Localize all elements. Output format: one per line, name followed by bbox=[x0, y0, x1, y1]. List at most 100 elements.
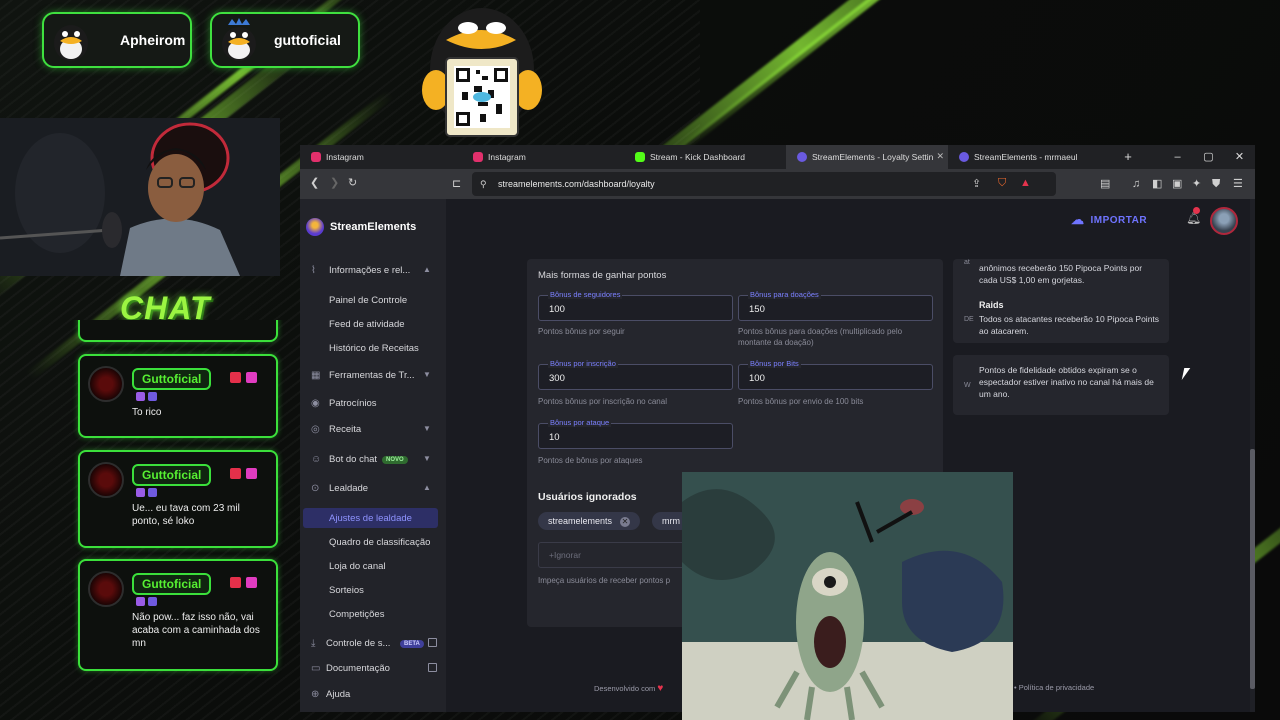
field-hint: Pontos bônus para doações (multiplicado … bbox=[738, 327, 903, 347]
plankton-meme-overlay bbox=[682, 472, 1013, 720]
notifications-bell-icon[interactable]: 🔔︎ bbox=[1186, 207, 1201, 225]
raid-bonus-field[interactable]: Bônus por ataque 10 bbox=[538, 418, 733, 449]
moderator-badge-icon bbox=[230, 468, 241, 479]
chevron-down-icon: ▼ bbox=[423, 424, 431, 433]
tab-loyalty-settings[interactable]: StreamElements - Loyalty Settin ✕ bbox=[786, 145, 948, 169]
site-info-icon[interactable]: ⚲ bbox=[480, 178, 487, 190]
field-value: 100 bbox=[549, 304, 565, 315]
streamelements-logo[interactable]: StreamElements bbox=[306, 218, 416, 236]
user-avatar bbox=[88, 462, 124, 498]
sidebar-subitem-label: Competições bbox=[329, 609, 385, 620]
user-avatar bbox=[88, 571, 124, 607]
field-value: 300 bbox=[549, 373, 565, 384]
donation-bonus-field[interactable]: Bônus para doações 150 bbox=[738, 290, 933, 321]
beta-badge: BETA bbox=[400, 640, 424, 648]
wallet-icon[interactable]: ▣ bbox=[1172, 178, 1182, 190]
privacy-policy-link[interactable]: • Política de privacidade bbox=[1014, 683, 1094, 692]
bookmark-icon[interactable]: ⊏ bbox=[452, 178, 461, 190]
streamer-badge-2: guttoficial bbox=[210, 12, 360, 68]
badge-icon bbox=[136, 392, 145, 401]
chat-username: Guttoficial bbox=[132, 573, 212, 595]
chip-label: streamelements bbox=[548, 516, 613, 526]
maximize-icon[interactable]: ▢ bbox=[1193, 145, 1224, 169]
side-label: at bbox=[964, 259, 970, 266]
page-header: ☁ IMPORTAR 🔔︎ bbox=[446, 199, 1255, 245]
close-tab-icon[interactable]: ✕ bbox=[936, 151, 944, 162]
media-icon[interactable]: ♫ bbox=[1132, 178, 1140, 190]
sidebar-subitem-label: Sorteios bbox=[329, 585, 364, 596]
menu-icon[interactable]: ☰ bbox=[1233, 178, 1243, 190]
external-link-icon bbox=[428, 638, 437, 647]
new-tab-button[interactable]: + bbox=[1110, 145, 1146, 169]
streamer-name: guttoficial bbox=[274, 32, 341, 48]
subscriber-badge-icon bbox=[246, 468, 257, 479]
sidebar-subitem-label: Quadro de classificação bbox=[329, 537, 431, 548]
duck-avatar bbox=[48, 17, 94, 63]
tips-info-card: at anônimos receberão 150 Pipoca Points … bbox=[953, 259, 1169, 343]
share-icon[interactable]: ⇪ bbox=[972, 178, 981, 190]
reader-icon[interactable]: ▤ bbox=[1100, 178, 1110, 190]
sponsorship-icon: ◉ bbox=[311, 398, 320, 409]
brave-rewards-icon[interactable]: ▲ bbox=[1020, 177, 1031, 189]
expiration-info-card: W Pontos de fidelidade obtidos expiram s… bbox=[953, 355, 1169, 415]
streamelements-logo-icon bbox=[306, 218, 324, 236]
address-bar: ❮ ❯ ↻ ⊏ ⚲ streamelements.com/dashboard/l… bbox=[300, 169, 1255, 199]
field-hint: Pontos bônus por envio de 100 bits bbox=[738, 397, 864, 406]
chat-text: To rico bbox=[132, 407, 162, 418]
chat-text: Ue... eu tava com 23 mil ponto, sé loko bbox=[132, 503, 240, 527]
side-label: DE bbox=[964, 316, 974, 323]
sidebar-item-label: Controle de s... bbox=[326, 638, 391, 649]
chat-username: Guttoficial bbox=[132, 464, 212, 486]
sidebar-subitem-label: Feed de atividade bbox=[329, 319, 405, 330]
moderator-badge-icon bbox=[230, 372, 241, 383]
badge-icon bbox=[136, 597, 145, 606]
minimize-icon[interactable]: – bbox=[1162, 145, 1193, 169]
import-button[interactable]: ☁ IMPORTAR bbox=[1071, 212, 1147, 228]
brave-shield-icon[interactable]: ⛉ bbox=[998, 177, 1006, 189]
sidebar-subitem-label: Painel de Controle bbox=[329, 295, 408, 306]
document-icon: ▭ bbox=[311, 663, 321, 674]
chat-message: Guttoficial Não pow... faz isso não, vai… bbox=[78, 559, 278, 671]
remove-chip-icon[interactable]: ✕ bbox=[620, 517, 631, 527]
forward-icon[interactable]: ❯ bbox=[330, 177, 339, 189]
streamer-name: Apheirom bbox=[120, 32, 186, 48]
badge-icon bbox=[148, 488, 157, 497]
field-label: Bônus por Bits bbox=[748, 359, 801, 368]
close-window-icon[interactable]: ✕ bbox=[1224, 145, 1255, 169]
url-field[interactable]: ⚲ streamelements.com/dashboard/loyalty ⇪… bbox=[472, 172, 1056, 196]
bits-bonus-field[interactable]: Bônus por Bits 100 bbox=[738, 359, 933, 390]
leo-icon[interactable]: ✦ bbox=[1192, 178, 1201, 190]
back-icon[interactable]: ❮ bbox=[310, 177, 319, 189]
tools-icon: ▦ bbox=[311, 370, 321, 381]
chart-icon: ⌇ bbox=[311, 265, 316, 276]
chevron-up-icon: ▲ bbox=[423, 483, 431, 492]
loyalty-icon: ⊙ bbox=[311, 483, 320, 494]
tab-streamelements-mrmaeul[interactable]: StreamElements - mrmaeul bbox=[948, 145, 1110, 169]
brand-name: StreamElements bbox=[330, 221, 417, 233]
user-avatar[interactable] bbox=[1210, 207, 1238, 235]
tab-instagram-1[interactable]: Instagram bbox=[300, 145, 462, 169]
tab-kick-dashboard[interactable]: Stream - Kick Dashboard bbox=[624, 145, 786, 169]
sidebar-item-label: Receita bbox=[329, 424, 362, 435]
subscription-bonus-field[interactable]: Bônus por inscrição 300 bbox=[538, 359, 733, 390]
scroll-thumb[interactable] bbox=[1250, 449, 1255, 689]
vpn-icon[interactable]: ⛊ bbox=[1212, 178, 1220, 190]
kick-icon bbox=[635, 152, 645, 162]
tab-instagram-2[interactable]: Instagram bbox=[462, 145, 624, 169]
sidebar-icon[interactable]: ◧ bbox=[1152, 178, 1162, 190]
user-avatar bbox=[88, 366, 124, 402]
external-link-icon bbox=[428, 663, 437, 672]
sidebar-item-label: Lealdade bbox=[329, 483, 369, 494]
page-scrollbar[interactable] bbox=[1250, 199, 1255, 712]
tab-label: StreamElements - Loyalty Settin bbox=[812, 152, 934, 162]
field-value: 100 bbox=[749, 373, 765, 384]
sidebar-item-label: Patrocínios bbox=[329, 398, 377, 409]
tab-strip: Instagram Instagram Stream - Kick Dashbo… bbox=[300, 145, 1255, 169]
field-label: Bônus de seguidores bbox=[548, 290, 623, 299]
sidebar-subitem-label: Ajustes de lealdade bbox=[329, 513, 412, 524]
field-value: 10 bbox=[549, 432, 560, 443]
reload-icon[interactable]: ↻ bbox=[348, 177, 357, 189]
follower-bonus-field[interactable]: Bônus de seguidores 100 bbox=[538, 290, 733, 321]
chat-message: Guttoficial To rico bbox=[78, 354, 278, 438]
side-label: W bbox=[964, 382, 971, 389]
